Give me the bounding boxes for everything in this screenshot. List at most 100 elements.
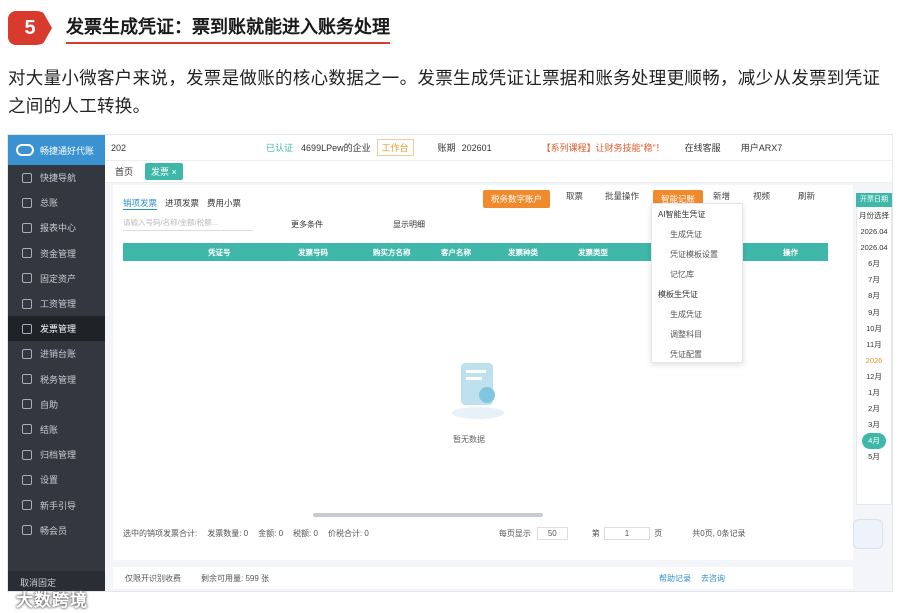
menu-icon [22,348,32,359]
period-select[interactable]: 202 [111,143,126,153]
sidebar-item[interactable]: 进销台账 [8,341,105,366]
menu-icon [22,172,32,183]
menu-icon [22,500,32,511]
month-item[interactable]: 2月 [857,401,891,417]
horizontal-scrollbar[interactable] [313,513,543,517]
sidebar-item[interactable]: 发票管理 [8,316,105,342]
year-label: 2026 [865,355,883,365]
dropdown-item[interactable]: 生成凭证 [652,304,742,324]
help-link[interactable]: 帮助记录 [659,573,691,584]
fetch-button[interactable]: 取票 [566,190,583,202]
sidebar-item[interactable]: 设置 [8,467,105,492]
search-input[interactable]: 请输入号码/名称/金额/税额... [123,217,253,231]
main-panel: 销项发票 进项发票 费用小票 请输入号码/名称/金额/税额... 更多条件 显示… [113,185,853,560]
online-service[interactable]: 在线客服 [685,141,721,154]
tab-home[interactable]: 首页 [115,165,133,178]
more-filters[interactable]: 更多条件 [291,219,323,230]
per-page-select[interactable]: 50 [536,527,568,540]
dropdown-group-template[interactable]: 模板生凭证 [652,284,742,304]
watermark: 大数跨境 [16,591,88,610]
menu-icon [22,374,32,385]
auth-status: 已认证 [266,143,294,153]
sidebar-item[interactable]: 新手引导 [8,492,105,517]
section-header: 5 发票生成凭证：票到账就能进入账务处理 [8,10,390,46]
batch-button[interactable]: 批量操作 [605,190,639,202]
sidebar-item[interactable]: 工资管理 [8,291,105,316]
section-title: 发票生成凭证：票到账就能进入账务处理 [66,13,390,44]
consult-link[interactable]: 去咨询 [701,573,725,584]
step-badge: 5 [8,11,52,45]
logo-icon [16,144,34,156]
tab-invoice[interactable]: 发票 × [145,163,183,180]
sidebar-item[interactable]: 税务管理 [8,367,105,392]
dropdown-item[interactable]: 凭证模板设置 [652,244,742,264]
menu-icon [22,298,32,309]
topbar: 202 已认证 4699LPew的企业 工作台 账期 202601 【系列课程】… [105,135,892,161]
tab-expense-receipt[interactable]: 费用小票 [207,197,241,210]
sidebar: 畅捷通好代账 快捷导航 总账 报表中心 资金管理 固定资产 工资管理 发票管理 进销台账 税务管… [8,135,105,591]
menu-icon [22,474,32,485]
menu-icon [22,222,32,233]
dropdown-group-ai[interactable]: AI智能生凭证 [652,204,742,224]
tab-input-invoice[interactable]: 进项发票 [165,197,199,210]
sidebar-item[interactable]: 结账 [8,417,105,442]
menu-icon [22,424,32,435]
empty-illustration-icon [452,363,504,419]
company-name[interactable]: 4699LPew的企业 [301,141,371,154]
sidebar-item[interactable]: 快捷导航 [8,165,105,190]
user-menu[interactable]: 用户ARX7 [741,141,783,154]
month-item[interactable]: 12月 [857,369,891,385]
show-details-checkbox[interactable]: 显示明细 [393,219,425,230]
menu-icon [22,248,32,259]
digital-account-button[interactable]: 税务数字账户 [483,190,551,208]
menu-icon [22,197,32,208]
month-item[interactable]: 11月 [857,337,891,353]
sidebar-item[interactable]: 资金管理 [8,241,105,266]
month-item[interactable]: 9月 [857,305,891,321]
menu-icon [22,399,32,410]
sidebar-item[interactable]: 总账 [8,190,105,215]
notice-link[interactable]: 【系列课程】让财务技能“稳”！ [542,141,665,154]
month-item[interactable]: 6月 [857,256,891,272]
dropdown-item[interactable]: 凭证配置 [652,344,742,364]
robot-assistant-icon[interactable] [853,519,883,549]
sidebar-item[interactable]: 报表中心 [8,215,105,240]
sidebar-item[interactable]: 自助 [8,392,105,417]
logo: 畅捷通好代账 [8,135,105,165]
tab-output-invoice[interactable]: 销项发票 [123,197,158,210]
sidebar-item[interactable]: 畅会员 [8,518,105,543]
table-footer: 选中的销项发票合计: 发票数量: 0 金额: 0 税额: 0 价税合计: 0 每… [123,527,746,540]
dropdown-item[interactable]: 记忆库 [652,264,742,284]
intro-paragraph: 对大量小微客户来说，发票是做账的核心数据之一。发票生成凭证让票据和账务处理更顺畅… [8,68,881,116]
month-item[interactable]: 7月 [857,272,891,288]
period-title: 账期 [437,143,456,153]
workbench-tag[interactable]: 工作台 [376,139,414,156]
invoice-subtabs: 销项发票 进项发票 费用小票 [123,197,241,210]
dropdown-item[interactable]: 生成凭证 [652,224,742,244]
month-item[interactable]: 1月 [857,385,891,401]
add-button[interactable]: 新增 [713,190,730,202]
period-value[interactable]: 202601 [462,143,492,153]
page-input[interactable]: 1 [603,527,651,540]
menu-icon [22,449,32,460]
menu-icon [22,525,32,536]
month-item[interactable]: 3月 [857,417,891,433]
smart-accounting-dropdown: AI智能生凭证 生成凭证 凭证模板设置 记忆库 模板生凭证 生成凭证 调整科目 … [651,203,743,363]
menu-icon [22,273,32,284]
empty-text: 暂无数据 [453,435,485,444]
month-item[interactable]: 5月 [857,449,891,465]
dropdown-item[interactable]: 调整科目 [652,324,742,344]
sidebar-item[interactable]: 归档管理 [8,442,105,467]
app-screenshot: 畅捷通好代账 快捷导航 总账 报表中心 资金管理 固定资产 工资管理 发票管理 进销台账 税务管… [7,134,893,592]
bottom-bar: 仅限开识别收费 剩余可用量: 599 张 帮助记录 去咨询 [113,567,853,589]
video-button[interactable]: 视频 [753,190,770,202]
month-item[interactable]: 4月 [862,433,886,450]
menu-icon [22,323,32,334]
month-picker: 月份选择 2026.04 2026.04 6月 7月 8月 9月 10月 11月 2026 1… [856,193,892,505]
month-item[interactable]: 8月 [857,288,891,304]
refresh-button[interactable]: 刷新 [798,190,815,202]
invoice-date-button[interactable]: 开票日期 [856,193,892,207]
month-item[interactable]: 10月 [857,321,891,337]
page-tabs: 首页 发票 × [105,161,892,183]
sidebar-item[interactable]: 固定资产 [8,266,105,291]
